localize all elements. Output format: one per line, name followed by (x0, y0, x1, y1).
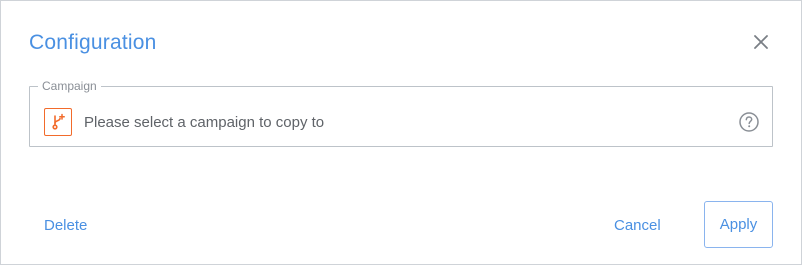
delete-button[interactable]: Delete (44, 217, 87, 234)
cancel-button[interactable]: Cancel (614, 217, 661, 234)
branch-icon (44, 108, 72, 136)
campaign-placeholder: Please select a campaign to copy to (84, 113, 325, 131)
help-icon[interactable] (738, 111, 760, 133)
campaign-label: Campaign (42, 79, 97, 93)
campaign-select[interactable]: Campaign Please select a campaign to cop… (29, 80, 773, 147)
close-button[interactable] (751, 32, 771, 52)
close-icon (751, 32, 771, 52)
dialog-title: Configuration (29, 31, 157, 54)
campaign-select-row[interactable]: Please select a campaign to copy to (44, 108, 760, 136)
apply-button[interactable]: Apply (704, 201, 773, 248)
configuration-dialog: Configuration Campaign Please select a c… (0, 0, 802, 265)
